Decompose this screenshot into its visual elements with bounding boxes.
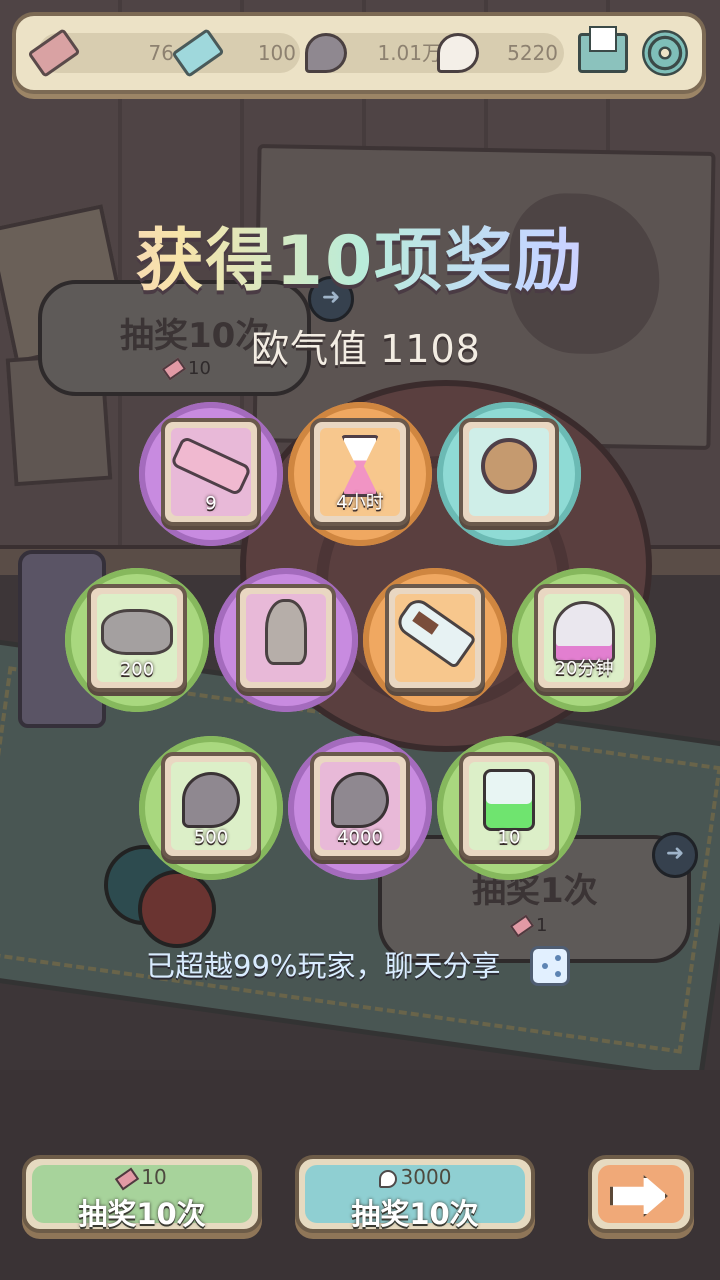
- reward-dark-soul-500[interactable]: 500: [139, 736, 283, 880]
- luck-value: 1108: [380, 327, 481, 371]
- share-prompt[interactable]: 已超越99%玩家，聊天分享: [146, 944, 500, 988]
- draw-ten-soul-cost: 3000: [299, 1165, 531, 1189]
- resource-bar: 76 100 1.01万 5220: [12, 12, 706, 94]
- spinning-wheel-icon: [481, 438, 537, 494]
- white-soul-icon: [378, 1169, 397, 1188]
- blue-ticket-count: 100: [257, 41, 296, 65]
- result-title: 获得10项奖励: [0, 205, 720, 304]
- reward-dark-soul-4000[interactable]: 4000: [288, 736, 432, 880]
- potion-bottle-icon: [483, 769, 535, 831]
- reward-stones[interactable]: 200: [65, 568, 209, 712]
- reward-mermaid-statue[interactable]: [214, 568, 358, 712]
- reward-quantity: 500: [193, 827, 229, 848]
- luck-score: 欧气值 1108: [0, 318, 720, 373]
- reward-quantity: 200: [119, 659, 155, 680]
- draw-ten-ticket-button[interactable]: 10 抽奖10次: [22, 1155, 262, 1233]
- reward-quantity: 10: [497, 827, 521, 848]
- draw-ten-soul-button[interactable]: 3000 抽奖10次: [295, 1155, 535, 1233]
- reward-quantity: 20分钟: [554, 658, 614, 679]
- ticket-icon: [115, 1167, 140, 1190]
- draw-ten-ticket-label: 抽奖10次: [78, 1197, 206, 1231]
- stones-icon: [101, 609, 173, 655]
- dark-soul-icon: [182, 772, 240, 828]
- reward-quantity: 9: [205, 493, 217, 514]
- draw-one-bubble-cost: 1: [509, 914, 547, 938]
- white-soul-icon: [436, 31, 480, 75]
- reward-quantity: 4小时: [336, 492, 384, 513]
- mail-icon: [578, 26, 628, 73]
- reward-quantity: 4000: [337, 827, 383, 848]
- blue-ticket-icon: [171, 28, 225, 78]
- ball-red: [138, 870, 216, 948]
- dark-soul-icon: [304, 31, 348, 75]
- reward-spinning-wheel[interactable]: [437, 402, 581, 546]
- reward-telescope[interactable]: 9: [139, 402, 283, 546]
- reward-ghost[interactable]: 20分钟: [512, 568, 656, 712]
- dark-soul-icon: [331, 772, 389, 828]
- reward-ship-in-bottle[interactable]: [363, 568, 507, 712]
- soul-resources: 1.01万 5220: [304, 31, 564, 75]
- arrow-right-icon: ➜: [652, 832, 698, 878]
- red-ticket-count: 76: [148, 41, 174, 65]
- draw-ten-ticket-cost: 10: [26, 1165, 258, 1190]
- mermaid-statue-icon: [265, 599, 307, 665]
- reward-hourglass[interactable]: 4小时: [288, 402, 432, 546]
- ticket-icon: [509, 914, 535, 938]
- next-button[interactable]: [588, 1155, 694, 1233]
- ticket-resources: 76 100: [27, 28, 300, 78]
- share-icon[interactable]: [530, 946, 570, 986]
- reward-potion[interactable]: 10: [437, 736, 581, 880]
- gear-icon: [647, 35, 683, 71]
- settings-button[interactable]: [638, 26, 692, 80]
- dark-soul-count: 1.01万: [377, 41, 442, 65]
- luck-label: 欧气值: [251, 327, 369, 371]
- red-ticket-icon: [27, 28, 81, 78]
- white-soul-count: 5220: [507, 41, 558, 65]
- draw-ten-soul-label: 抽奖10次: [351, 1197, 479, 1231]
- mail-button[interactable]: [576, 26, 630, 80]
